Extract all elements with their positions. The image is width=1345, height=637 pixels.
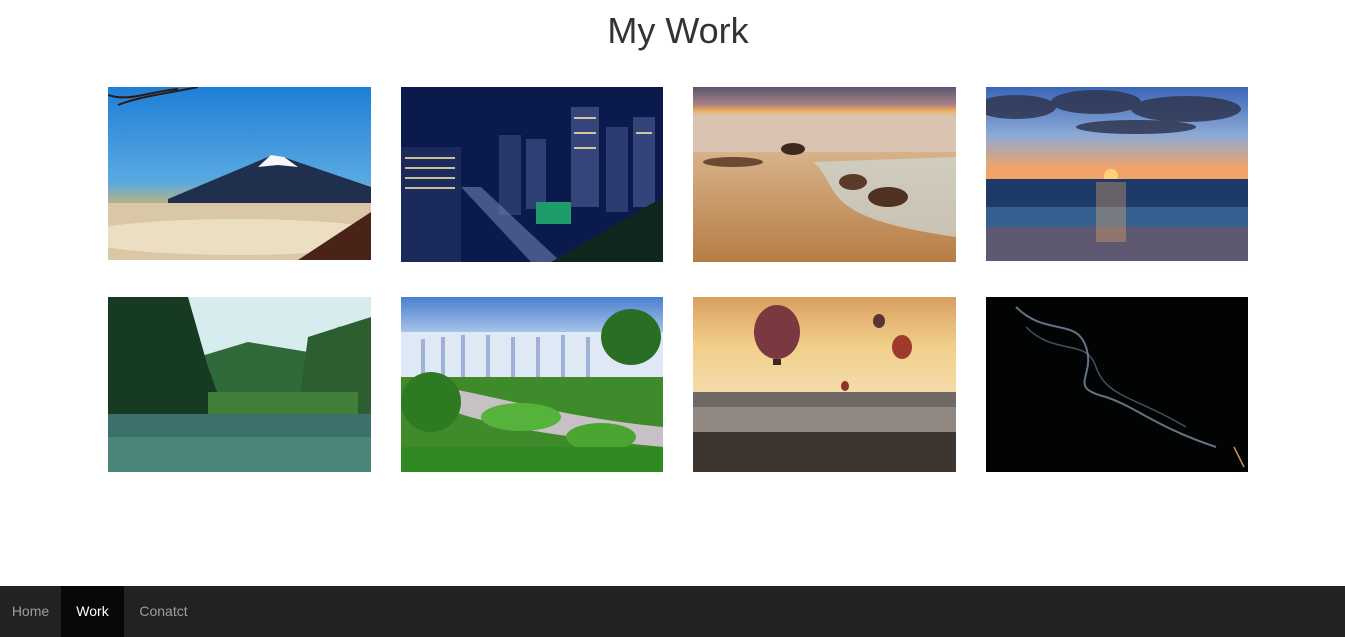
- mountain-image: [108, 87, 371, 260]
- nav-item-work[interactable]: Work: [61, 586, 124, 637]
- gallery-image-ocean-sunset[interactable]: [986, 87, 1248, 261]
- page-title: My Work: [607, 10, 749, 51]
- gallery-image-beach-rocks[interactable]: [693, 87, 956, 262]
- nav-item-home[interactable]: Home: [0, 586, 61, 637]
- river-image: [108, 297, 371, 472]
- nav-item-contact[interactable]: Conatct: [124, 586, 203, 637]
- gallery-image-smoke[interactable]: [986, 297, 1248, 472]
- city-image: [401, 87, 663, 262]
- gallery-image-mountain[interactable]: [108, 87, 371, 260]
- gallery-image-river[interactable]: [108, 297, 371, 472]
- gallery-image-city[interactable]: [401, 87, 663, 262]
- ocean-sunset-image: [986, 87, 1248, 261]
- gallery-image-waterfall[interactable]: [401, 297, 663, 472]
- smoke-image: [986, 297, 1248, 472]
- gallery-image-balloons[interactable]: [693, 297, 956, 472]
- beach-rocks-image: [693, 87, 956, 262]
- page: My Work Home Work Conatct: [0, 0, 1345, 637]
- waterfall-image: [401, 297, 663, 472]
- bottom-navbar: Home Work Conatct: [0, 586, 1345, 637]
- balloons-image: [693, 297, 956, 472]
